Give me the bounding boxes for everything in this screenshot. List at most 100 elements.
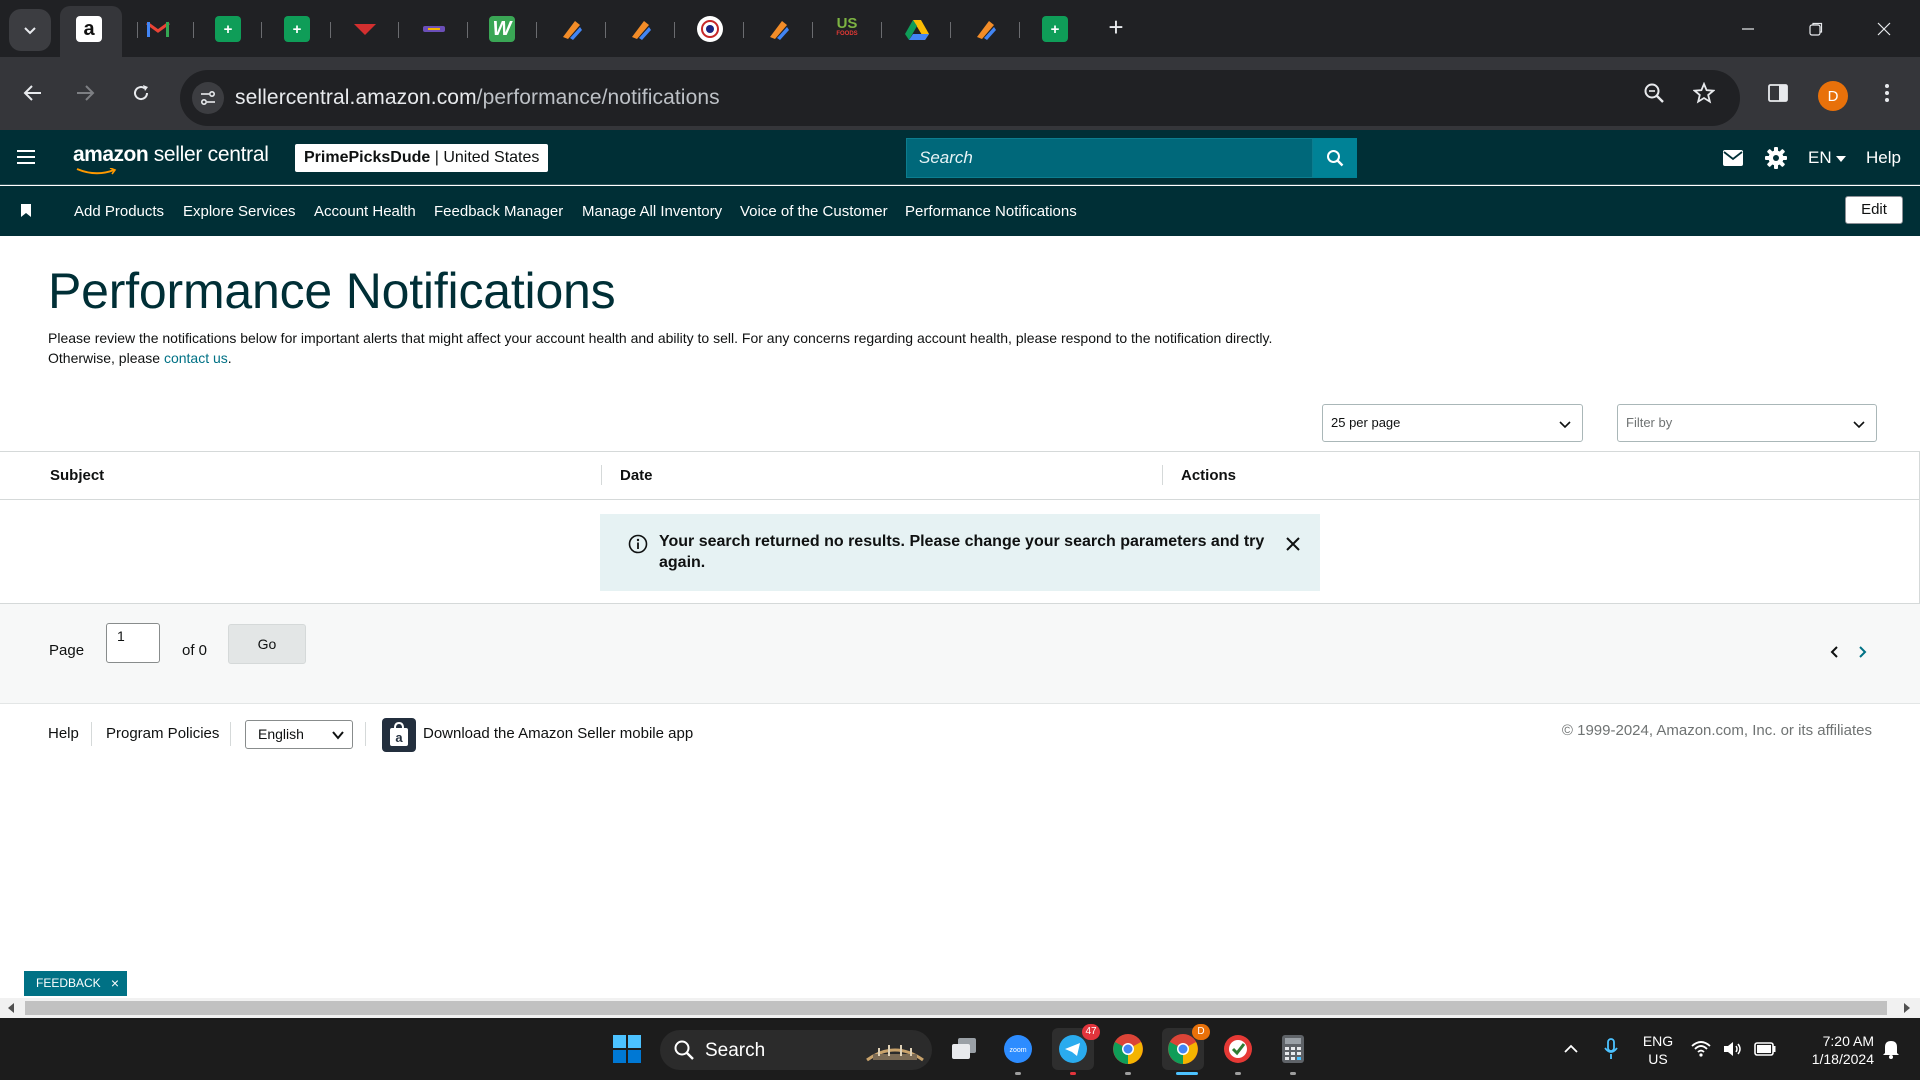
us-foods-icon[interactable]: US FOODS [834, 16, 860, 42]
page-number-input[interactable] [106, 623, 160, 663]
column-actions: Actions [1181, 467, 1237, 484]
microphone-icon[interactable] [1591, 1028, 1631, 1070]
notification-bell-icon[interactable] [1874, 1028, 1908, 1070]
tab-search-button[interactable] [9, 9, 51, 51]
account-switcher[interactable]: PrimePicksDude | United States [295, 144, 549, 172]
circle-logo-icon[interactable] [697, 16, 723, 42]
orange-pen-icon[interactable] [766, 16, 792, 42]
taskbar-search[interactable]: Search [660, 1030, 932, 1070]
settings-gear-icon[interactable] [1764, 146, 1788, 170]
calculator-app-icon[interactable] [1272, 1028, 1314, 1070]
edit-bookmarks-button[interactable]: Edit [1845, 196, 1903, 224]
horizontal-scrollbar[interactable] [0, 998, 1920, 1018]
hamburger-menu-icon[interactable] [17, 150, 35, 164]
sheets-icon[interactable]: + [215, 16, 241, 42]
side-panel-icon[interactable] [1760, 75, 1796, 111]
mail-icon[interactable] [1721, 146, 1745, 170]
green-w-icon[interactable]: W [489, 16, 515, 42]
bookmark-icon[interactable] [21, 204, 31, 217]
search-button[interactable] [1313, 138, 1357, 178]
column-subject[interactable]: Subject [50, 467, 104, 484]
windows-start-icon[interactable] [606, 1028, 648, 1070]
per-page-value: 25 per page [1331, 415, 1401, 430]
nav-feedback-manager[interactable]: Feedback Manager [434, 203, 563, 220]
site-info-icon[interactable] [192, 82, 224, 114]
zoom-app-icon[interactable]: zoom [997, 1028, 1039, 1070]
nav-add-products[interactable]: Add Products [74, 203, 164, 220]
gmail-icon[interactable] [145, 16, 171, 42]
scroll-left-arrow-icon[interactable] [8, 1003, 14, 1013]
chevron-right-icon[interactable] [1854, 644, 1870, 660]
active-indicator [1176, 1072, 1198, 1075]
filter-by-select[interactable]: Filter by [1617, 404, 1877, 442]
amazon-icon[interactable]: a [76, 16, 102, 42]
scrollbar-thumb[interactable] [25, 1001, 1887, 1015]
profile-avatar[interactable]: D [1818, 81, 1848, 111]
column-date[interactable]: Date [620, 467, 653, 484]
search-input[interactable] [907, 139, 1312, 177]
tab-divider [1019, 22, 1020, 38]
close-window-icon[interactable] [1864, 14, 1904, 44]
tab-divider [261, 22, 262, 38]
contact-us-link[interactable]: contact us [164, 350, 228, 366]
bookmark-star-icon[interactable] [1686, 75, 1722, 111]
telegram-unread-badge: 47 [1082, 1024, 1100, 1040]
reload-icon[interactable] [123, 75, 159, 111]
scroll-right-arrow-icon[interactable] [1904, 1003, 1910, 1013]
zoom-icon[interactable] [1636, 75, 1672, 111]
clock-date: 1/18/2024 [1811, 1051, 1874, 1067]
google-drive-icon[interactable] [904, 16, 930, 42]
feedback-close-icon[interactable]: × [111, 971, 119, 996]
chevron-down-icon [24, 27, 36, 35]
volume-icon[interactable] [1716, 1028, 1750, 1070]
chrome-app-icon[interactable] [1107, 1028, 1149, 1070]
tab-divider [193, 22, 194, 38]
nav-account-health[interactable]: Account Health [314, 203, 416, 220]
chrome-profile-app-icon[interactable]: D [1162, 1024, 1210, 1070]
close-icon[interactable] [1283, 534, 1303, 554]
nav-voice-of-the-customer[interactable]: Voice of the Customer [740, 203, 888, 220]
minimize-icon[interactable] [1728, 14, 1768, 44]
wifi-icon[interactable] [1684, 1028, 1718, 1070]
sheets-icon[interactable]: + [1042, 16, 1068, 42]
back-arrow-icon[interactable] [15, 75, 51, 111]
clock[interactable]: 7:20 AM 1/18/2024 [1788, 1032, 1874, 1068]
orange-pen-icon[interactable] [559, 16, 585, 42]
feedback-tab[interactable]: FEEDBACK × [24, 971, 127, 996]
footer-program-policies-link[interactable]: Program Policies [106, 725, 219, 742]
seller-central-logo[interactable]: amazon seller central [73, 143, 269, 167]
show-hidden-icons-icon[interactable] [1551, 1028, 1591, 1070]
telegram-app-icon[interactable]: 47 [1052, 1024, 1100, 1070]
purple-brand-icon[interactable] [421, 16, 447, 42]
footer-help-link[interactable]: Help [48, 725, 79, 742]
input-language-indicator[interactable]: ENG US [1640, 1032, 1676, 1068]
footer-language-select[interactable]: English [245, 720, 353, 749]
orange-pen-icon[interactable] [973, 16, 999, 42]
forward-arrow-icon[interactable] [67, 75, 103, 111]
orange-pen-icon[interactable] [628, 16, 654, 42]
per-page-select[interactable]: 25 per page [1322, 404, 1583, 442]
running-indicator [1070, 1072, 1076, 1075]
address-bar[interactable]: sellercentral.amazon.com/performance/not… [180, 70, 1740, 126]
red-brand-icon[interactable] [352, 16, 378, 42]
new-tab-plus-icon[interactable]: + [1102, 14, 1130, 42]
help-link[interactable]: Help [1866, 148, 1901, 168]
chevron-left-icon[interactable] [1827, 644, 1843, 660]
nav-performance-notifications[interactable]: Performance Notifications [905, 203, 1077, 220]
svg-text:zoom: zoom [1009, 1047, 1026, 1054]
nav-explore-services[interactable]: Explore Services [183, 203, 296, 220]
checkmark-app-icon[interactable] [1217, 1028, 1259, 1070]
nav-manage-all-inventory[interactable]: Manage All Inventory [582, 203, 722, 220]
amazon-seller-app-icon[interactable]: a [382, 718, 416, 752]
restore-icon[interactable] [1796, 14, 1836, 44]
more-menu-icon[interactable] [1869, 75, 1905, 111]
download-app-link[interactable]: Download the Amazon Seller mobile app [423, 725, 693, 742]
go-button[interactable]: Go [228, 624, 306, 664]
amazon-smile-icon [76, 168, 117, 175]
task-view-icon[interactable] [943, 1028, 985, 1070]
language-menu[interactable]: EN [1808, 148, 1847, 168]
sheets-icon[interactable]: + [284, 16, 310, 42]
battery-icon[interactable] [1748, 1028, 1782, 1070]
search-box[interactable] [906, 138, 1313, 178]
tab-divider [398, 22, 399, 38]
